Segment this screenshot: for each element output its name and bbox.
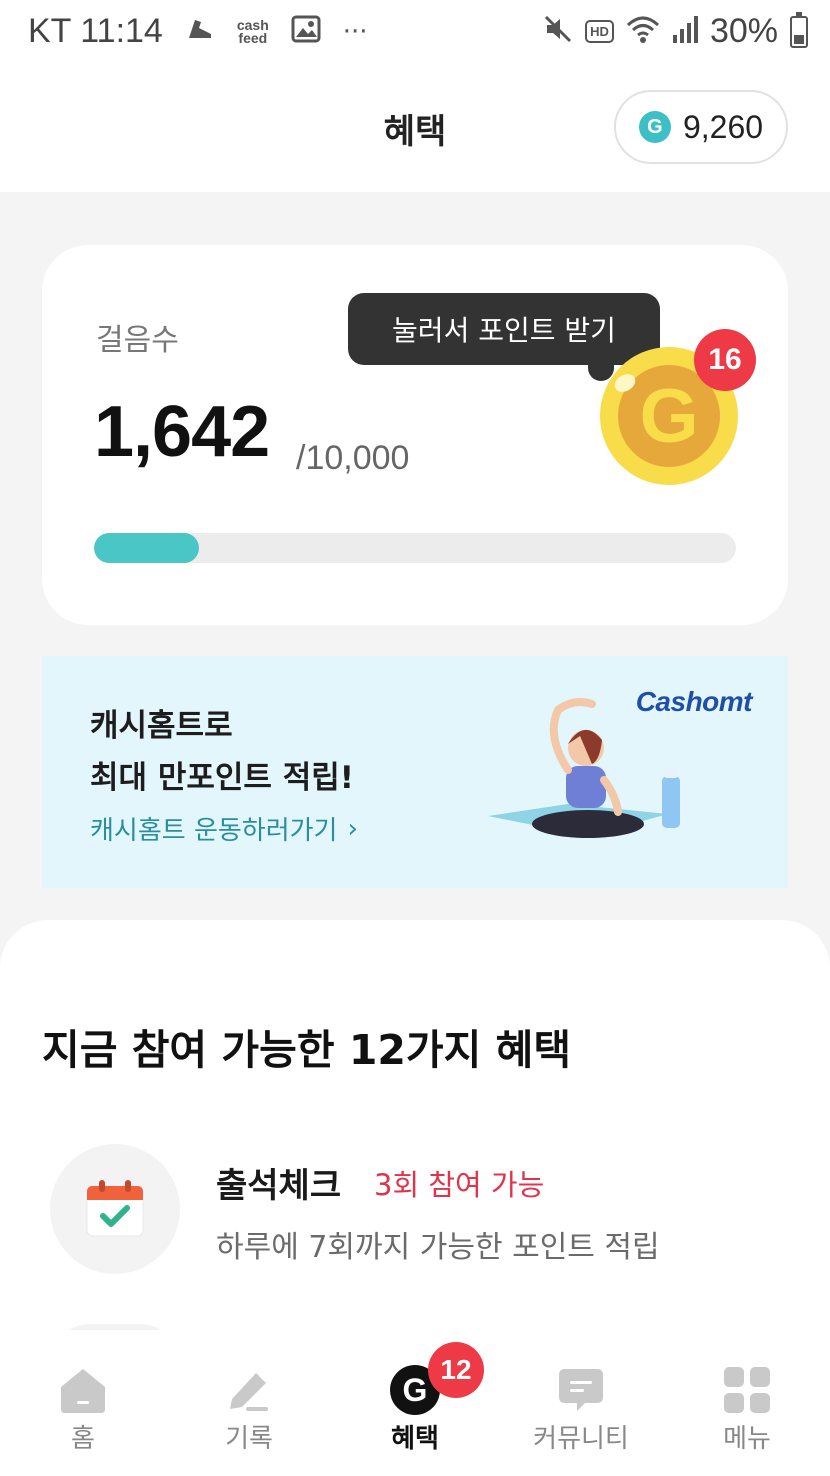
benefit-availability: 3회 참여 가능	[374, 1168, 545, 1202]
battery-icon	[790, 11, 808, 48]
nav-records-label: 기록	[225, 1424, 273, 1454]
yoga-illustration	[488, 698, 680, 838]
benefits-section: 지금 참여 가능한 12가지 혜택 출석체크 3회 참여 가능 하루에 7회까지…	[0, 920, 830, 1370]
grid-icon	[717, 1360, 777, 1420]
bottom-nav: 홈 기록 G 12 혜택 커뮤니티 메뉴	[0, 1330, 830, 1476]
steps-progress-bar	[94, 533, 736, 563]
banner-link[interactable]: 캐시홈트 운동하러가기 ›	[90, 810, 358, 847]
more-dots-icon: ···	[342, 16, 368, 47]
steps-goal: /10,000	[296, 439, 410, 477]
claim-points-tooltip: 눌러서 포인트 받기	[348, 293, 660, 365]
page-header: 혜택 G 9,260	[0, 66, 830, 192]
hd-icon: HD	[585, 20, 614, 43]
banner-link-text: 캐시홈트 운동하러가기	[90, 816, 338, 846]
nav-home-label: 홈	[71, 1424, 95, 1454]
steps-card: 걸음수 1,642 /10,000 눌러서 포인트 받기 G 16	[42, 245, 788, 625]
wifi-icon	[626, 15, 660, 48]
home-icon	[53, 1360, 113, 1420]
running-shoe-icon	[185, 14, 215, 49]
nav-menu-label: 메뉴	[723, 1424, 771, 1454]
nav-community[interactable]: 커뮤니티	[498, 1330, 664, 1476]
pencil-icon	[219, 1360, 279, 1420]
cashomt-banner[interactable]: 캐시홈트로 최대 만포인트 적립! 캐시홈트 운동하러가기 › Cashomt	[42, 656, 788, 888]
nav-menu[interactable]: 메뉴	[664, 1330, 830, 1476]
benefits-title: 지금 참여 가능한 12가지 혜택	[42, 1026, 572, 1074]
cashfeed-icon: cash feed	[236, 16, 269, 46]
image-icon	[291, 15, 321, 48]
benefit-name: 출석체크	[216, 1166, 342, 1206]
points-button[interactable]: G 9,260	[614, 90, 788, 164]
coin-count-badge: 16	[694, 329, 756, 391]
status-time: KT 11:14	[28, 12, 163, 50]
chevron-right-icon: ›	[347, 813, 358, 844]
chat-icon	[551, 1360, 611, 1420]
points-balance: 9,260	[682, 108, 764, 145]
benefit-icon-wrap	[50, 1144, 180, 1274]
nav-benefits-label: 혜택	[391, 1424, 439, 1454]
nav-benefits[interactable]: G 12 혜택	[332, 1330, 498, 1476]
signal-icon	[672, 15, 698, 48]
status-bar: KT 11:14 cash feed ··· HD 30%	[0, 0, 830, 66]
battery-percent: 30%	[709, 12, 778, 50]
benefit-description: 하루에 7회까지 가능한 포인트 적립	[216, 1230, 660, 1265]
banner-title-line1: 캐시홈트로	[90, 708, 233, 744]
nav-community-label: 커뮤니티	[533, 1424, 629, 1454]
calendar-check-icon	[86, 1180, 144, 1237]
nav-benefits-badge: 12	[428, 1342, 484, 1398]
steps-label: 걸음수	[96, 323, 179, 358]
steps-count: 1,642	[94, 392, 270, 472]
g-point-icon: G	[638, 111, 671, 143]
mute-icon	[543, 14, 573, 49]
banner-title-line2: 최대 만포인트 적립!	[90, 760, 354, 796]
nav-records[interactable]: 기록	[166, 1330, 332, 1476]
banner-title: 캐시홈트로 최대 만포인트 적립!	[90, 700, 354, 804]
nav-home[interactable]: 홈	[0, 1330, 166, 1476]
benefit-item-attendance[interactable]: 출석체크 3회 참여 가능 하루에 7회까지 가능한 포인트 적립	[50, 1144, 790, 1274]
steps-progress-fill	[94, 533, 200, 563]
